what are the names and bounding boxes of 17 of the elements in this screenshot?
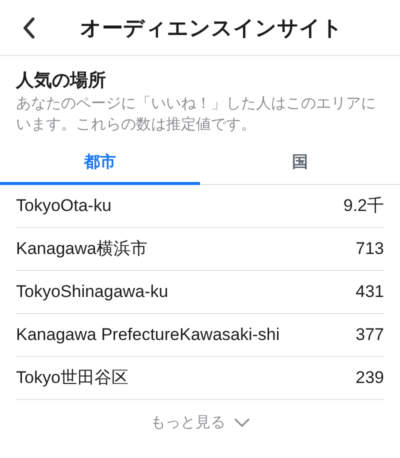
section-title: 人気の場所 [16, 69, 107, 92]
fan-count: 239 [356, 367, 384, 390]
fan-count: 713 [356, 238, 384, 260]
place-name: Kanagawa横浜市 [16, 238, 148, 260]
tab[interactable]: 都市 [0, 143, 200, 185]
page-title: オーディエンスインサイト [80, 16, 343, 42]
section-description: あなたのページに「いいね！」した人はこのエリアにいます。これらの数は推定値です。 [16, 94, 377, 135]
fan-count: 9.2千 [343, 195, 384, 218]
place-name: Kanagawa PrefectureKawasaki-shi [16, 324, 280, 346]
see-more-button[interactable]: もっと見る [150, 412, 250, 434]
fan-count: 431 [356, 281, 384, 304]
place-name: Tokyo世田谷区 [16, 367, 128, 390]
tab[interactable]: 国 [200, 143, 400, 185]
place-name: TokyoOta-ku [16, 195, 112, 218]
chevron-down-icon [234, 418, 250, 428]
place-name: TokyoShinagawa-ku [16, 281, 168, 304]
fan-count: 377 [356, 324, 384, 346]
